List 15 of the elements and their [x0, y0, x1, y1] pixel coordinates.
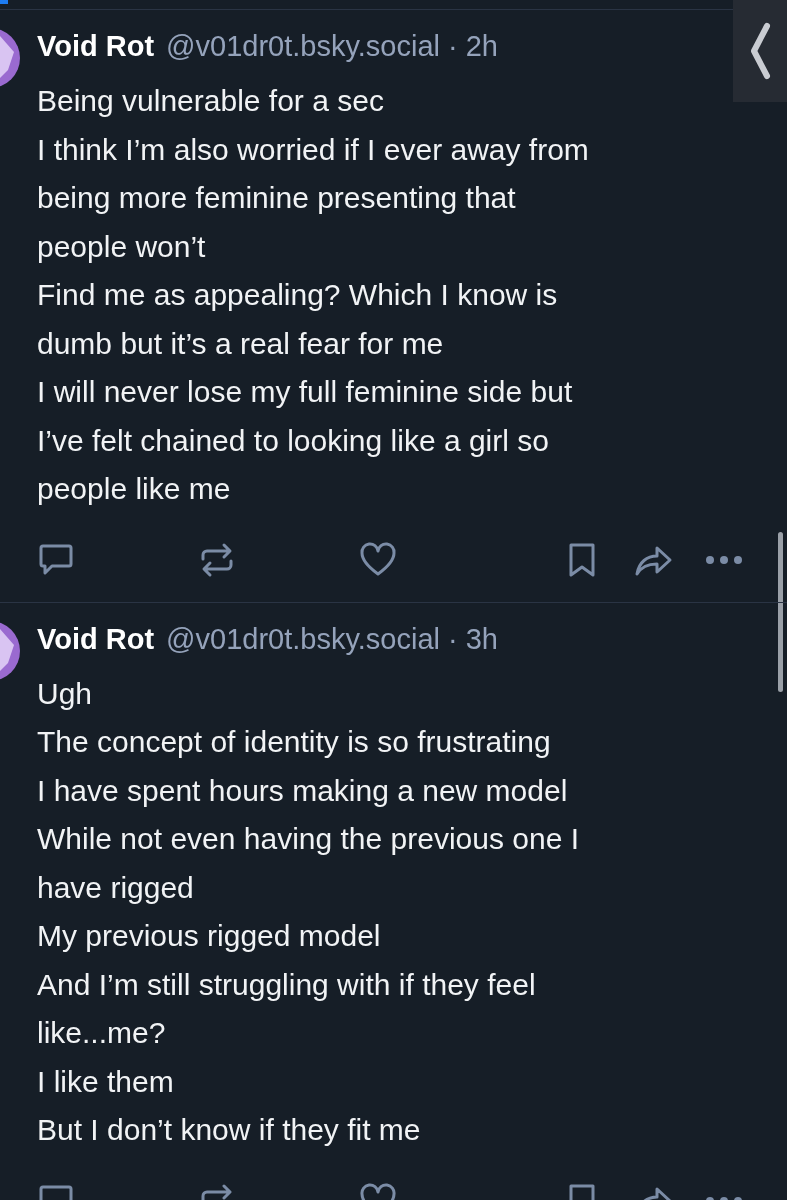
- heart-icon[interactable]: [359, 541, 397, 578]
- author-name[interactable]: Void Rot: [37, 622, 155, 656]
- author-name[interactable]: Void Rot: [37, 30, 155, 63]
- post-text: Ugh The concept of identity is so frustrating I have spent hours making a new model While not even having the previous one I have rigged My previous rigged model And I’m still struggling with if they feel like...me? I like them But I don’t know if they fit me: [37, 675, 580, 1148]
- author-handle[interactable]: @v01dr0t.bsky.social: [166, 30, 440, 63]
- post-time: 2h: [465, 30, 498, 63]
- tab-indicator: [0, 0, 8, 4]
- scrollbar[interactable]: [778, 532, 783, 692]
- chevron-left-icon[interactable]: [749, 22, 771, 80]
- author-handle[interactable]: @v01dr0t.bsky.social: [166, 622, 440, 656]
- separator-dot: ·: [447, 622, 458, 656]
- post-time: 3h: [465, 622, 498, 656]
- post-text: Being vulnerable for a sec I think I’m also worried if I ever away from being more feminine presenting that people won’t Find me as appealing? Which I know is dumb but it’s a real fear for me I will never lose my full feminine side but I’ve felt chained to looking like a girl so people like me: [37, 83, 590, 507]
- separator-dot: ·: [447, 30, 458, 63]
- more-icon[interactable]: [705, 554, 743, 565]
